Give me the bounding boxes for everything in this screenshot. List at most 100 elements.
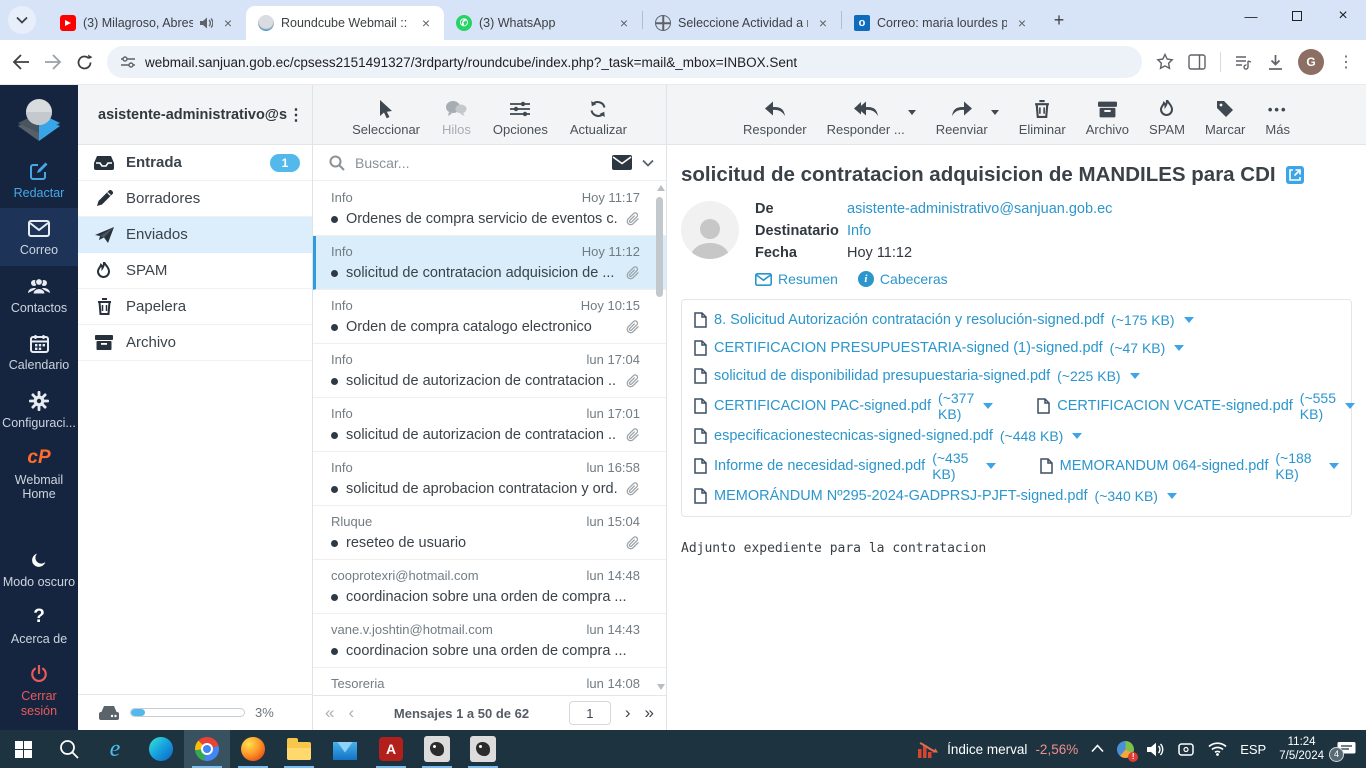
first-page-button[interactable]: « — [325, 703, 334, 723]
attachment-menu-caret-icon[interactable] — [1183, 317, 1194, 323]
clock[interactable]: 11:24 7/5/2024 — [1279, 735, 1324, 764]
rail-item-contactos[interactable]: Contactos — [0, 266, 78, 323]
tab-roundcube[interactable]: Roundcube Webmail :: Envia × — [246, 6, 444, 40]
summary-link[interactable]: Resumen — [755, 271, 838, 287]
folder-spam[interactable]: SPAM — [78, 253, 312, 289]
attachment-name[interactable]: MEMORANDUM 064-signed.pdf — [1060, 458, 1269, 474]
message-row[interactable]: Tesoreria lun 14:08 — [313, 668, 666, 695]
tab-search-button[interactable] — [8, 6, 36, 34]
archive-button[interactable]: Archivo — [1086, 99, 1129, 137]
attachment-name[interactable]: CERTIFICACION VCATE-signed.pdf — [1057, 398, 1293, 414]
folder-enviados[interactable]: Enviados — [78, 217, 312, 253]
tab-outlook[interactable]: o Correo: maria lourdes peñaf × — [842, 6, 1040, 40]
folder-entrada[interactable]: Entrada 1 — [78, 145, 312, 181]
last-page-button[interactable]: » — [645, 703, 654, 723]
new-tab-button[interactable]: + — [1046, 7, 1072, 33]
attachment-item[interactable]: CERTIFICACION PRESUPUESTARIA-signed (1)-… — [694, 340, 1185, 356]
attachment-name[interactable]: CERTIFICACION PRESUPUESTARIA-signed (1)-… — [714, 340, 1103, 356]
headers-link[interactable]: i Cabeceras — [857, 271, 948, 287]
attachment-name[interactable]: CERTIFICACION PAC-signed.pdf — [714, 398, 931, 414]
message-row[interactable]: Info Hoy 11:17 Ordenes de compra servicio… — [313, 182, 666, 236]
spam-button[interactable]: SPAM — [1149, 99, 1185, 137]
reply-all-caret-icon[interactable] — [907, 110, 916, 115]
language-indicator[interactable]: ESP — [1240, 742, 1266, 757]
attachment-item[interactable]: CERTIFICACION VCATE-signed.pdf (~555 KB) — [1037, 390, 1355, 422]
attachment-item[interactable]: solicitud de disponibilidad presupuestar… — [694, 368, 1140, 384]
side-panel-icon[interactable] — [1188, 54, 1206, 70]
back-button[interactable] — [12, 54, 30, 70]
attachment-name[interactable]: MEMORÁNDUM Nº295-2024-GADPRSJ-PJFT-signe… — [714, 488, 1088, 504]
tab-close-icon[interactable]: × — [418, 15, 434, 31]
tray-expand-icon[interactable] — [1091, 741, 1104, 756]
action-center-icon[interactable]: 4 — [1329, 741, 1356, 762]
rail-item-calendario[interactable]: Calendario — [0, 323, 78, 380]
tab-audio-icon[interactable] — [200, 17, 213, 29]
reload-button[interactable] — [76, 54, 93, 71]
attachment-name[interactable]: especificacionestecnicas-signed-signed.p… — [714, 428, 993, 444]
message-row[interactable]: Info Hoy 10:15 Orden de compra catalogo e… — [313, 290, 666, 344]
delete-button[interactable]: Eliminar — [1019, 99, 1066, 137]
taskbar-search-button[interactable] — [46, 730, 92, 768]
scroll-thumb[interactable] — [656, 197, 663, 297]
message-row[interactable]: vane.v.joshtin@hotmail.com lun 14:43 coor… — [313, 614, 666, 668]
options-button[interactable]: Opciones — [493, 99, 548, 137]
rail-item-acerca-de[interactable]: ? Acerca de — [0, 597, 78, 654]
site-settings-icon[interactable] — [121, 55, 135, 69]
taskbar-explorer-icon[interactable] — [276, 730, 322, 768]
close-button[interactable]: × — [1320, 0, 1366, 32]
taskbar-app-icon-1[interactable] — [414, 730, 460, 768]
search-input[interactable] — [355, 154, 602, 171]
attachment-menu-caret-icon[interactable] — [1329, 463, 1339, 469]
rail-item-webmail-home[interactable]: cP Webmail Home — [0, 438, 78, 510]
tab-whatsapp[interactable]: ✆ (3) WhatsApp × — [444, 6, 642, 40]
start-button[interactable] — [0, 730, 46, 768]
page-number-input[interactable] — [568, 701, 611, 725]
reply-button[interactable]: Responder — [743, 99, 807, 137]
search-scope-mail-icon[interactable] — [612, 155, 632, 170]
select-button[interactable]: Seleccionar — [352, 99, 420, 137]
rail-item-redactar[interactable]: Redactar — [0, 151, 78, 208]
reading-list-icon[interactable] — [1235, 55, 1253, 70]
wifi-icon[interactable] — [1208, 742, 1227, 756]
taskbar-edge-icon[interactable] — [138, 730, 184, 768]
taskbar-chrome-icon[interactable] — [184, 730, 230, 768]
threads-button[interactable]: Hilos — [442, 99, 471, 137]
attachment-item[interactable]: 8. Solicitud Autorización contratación y… — [694, 312, 1194, 328]
cast-device-icon[interactable] — [1177, 742, 1195, 757]
message-row[interactable]: Info lun 17:01 solicitud de autorizacion … — [313, 398, 666, 452]
rail-item-cerrar-sesion[interactable]: Cerrar sesión — [0, 654, 78, 726]
more-button[interactable]: ••• Más — [1265, 99, 1290, 138]
bookmark-star-icon[interactable] — [1156, 53, 1174, 71]
attachment-item[interactable]: CERTIFICACION PAC-signed.pdf (~377 KB) — [694, 390, 994, 422]
search-options-chevron-icon[interactable] — [642, 159, 654, 167]
taskbar-firefox-icon[interactable] — [230, 730, 276, 768]
tab-close-icon[interactable]: × — [220, 15, 236, 31]
tab-close-icon[interactable]: × — [616, 15, 632, 31]
attachment-name[interactable]: solicitud de disponibilidad presupuestar… — [714, 368, 1050, 384]
attachment-item[interactable]: MEMORÁNDUM Nº295-2024-GADPRSJ-PJFT-signe… — [694, 488, 1177, 504]
browser-menu-icon[interactable]: ⋮ — [1338, 52, 1354, 72]
forward-button[interactable] — [44, 54, 62, 70]
address-bar[interactable]: webmail.sanjuan.gob.ec/cpsess2151491327/… — [107, 46, 1142, 78]
message-row[interactable]: cooprotexri@hotmail.com lun 14:48 coordin… — [313, 560, 666, 614]
antivirus-tray-icon[interactable] — [1117, 740, 1139, 762]
to-address-link[interactable]: Info — [847, 223, 871, 239]
rail-item-configuracion[interactable]: Configuraci... — [0, 381, 78, 438]
rail-item-modo-oscuro[interactable]: Modo oscuro — [0, 540, 78, 597]
rail-item-correo[interactable]: Correo — [0, 208, 78, 266]
attachment-menu-caret-icon[interactable] — [1166, 493, 1177, 499]
tab-actividad[interactable]: Seleccione Actividad a modi × — [643, 6, 841, 40]
open-in-new-window-icon[interactable] — [1285, 166, 1304, 184]
attachment-menu-caret-icon[interactable] — [1174, 345, 1185, 351]
taskbar-acrobat-icon[interactable]: A — [368, 730, 414, 768]
taskbar-ie-icon[interactable]: e — [92, 730, 138, 768]
maximize-button[interactable] — [1274, 0, 1320, 32]
scroll-up-arrow[interactable] — [657, 185, 665, 191]
account-menu-icon[interactable]: ⋮ — [288, 105, 304, 125]
attachment-menu-caret-icon[interactable] — [983, 403, 994, 409]
attachment-menu-caret-icon[interactable] — [1345, 403, 1355, 409]
attachment-item[interactable]: Informe de necesidad-signed.pdf (~435 KB… — [694, 450, 996, 482]
attachment-menu-caret-icon[interactable] — [1129, 373, 1140, 379]
scroll-down-arrow[interactable] — [657, 684, 665, 690]
taskbar-mail-icon[interactable] — [322, 730, 368, 768]
